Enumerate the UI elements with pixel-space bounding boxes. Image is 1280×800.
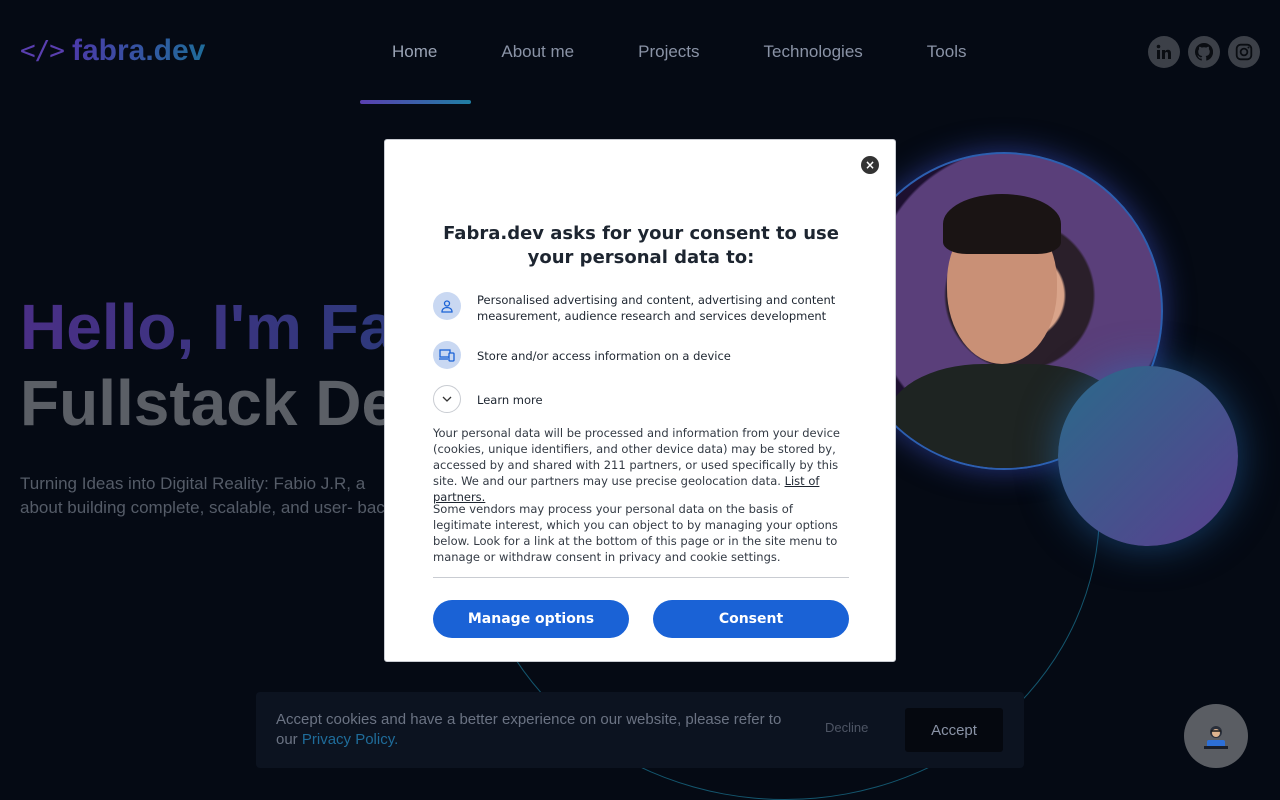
purpose-item: Store and/or access information on a dev… [433, 341, 847, 369]
cookie-text: Accept cookies and have a better experie… [276, 710, 796, 750]
learn-more-label[interactable]: Learn more [477, 385, 847, 408]
consent-button[interactable]: Consent [653, 600, 849, 638]
person-icon [433, 292, 461, 320]
cookie-banner: Accept cookies and have a better experie… [256, 692, 1024, 768]
manage-options-button[interactable]: Manage options [433, 600, 629, 638]
consent-info-text: Your personal data will be processed and… [433, 426, 841, 488]
purpose-text: Store and/or access information on a dev… [477, 349, 731, 363]
accept-button[interactable]: Accept [905, 708, 1003, 752]
purpose-item: Personalised advertising and content, ad… [433, 292, 847, 324]
privacy-policy-link[interactable]: Privacy Policy. [302, 731, 398, 748]
legitimate-interest-paragraph: Some vendors may process your personal d… [433, 502, 838, 564]
decline-button[interactable]: Decline [825, 720, 868, 735]
chevron-down-icon[interactable] [433, 385, 461, 413]
consent-dialog: × Fabra.dev asks for your consent to use… [384, 139, 896, 662]
learn-more-toggle[interactable]: Learn more [433, 385, 847, 413]
purpose-text: Personalised advertising and content, ad… [477, 293, 836, 323]
consent-title: Fabra.dev asks for your consent to use y… [443, 223, 839, 268]
consent-info-paragraph: Your personal data will be processed and… [433, 425, 849, 505]
chat-avatar-button[interactable] [1184, 704, 1248, 768]
developer-avatar-icon [1204, 726, 1228, 749]
devices-icon [433, 341, 461, 369]
divider [433, 577, 849, 578]
close-icon[interactable]: × [861, 156, 879, 174]
